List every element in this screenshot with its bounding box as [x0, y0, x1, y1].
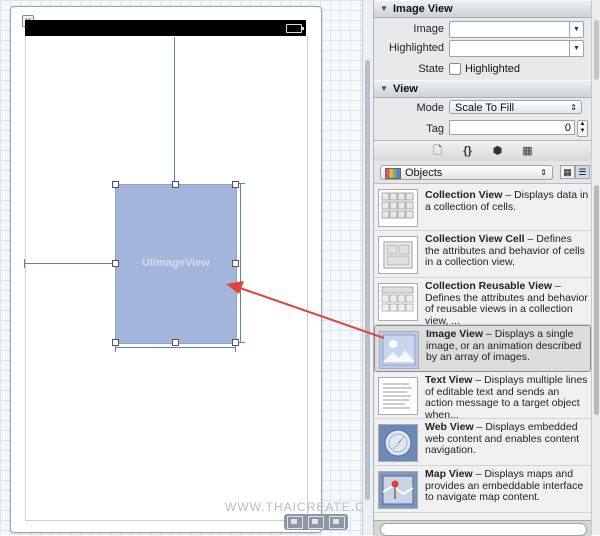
collection-reusable-view-icon — [378, 283, 418, 321]
image-view-icon — [379, 331, 419, 369]
library-filter-bar: Objects ⇕ ▦ ☰ — [374, 161, 591, 184]
item-title: Collection View Cell — [425, 233, 525, 245]
image-view-label: UIImageView — [142, 257, 210, 269]
list-item[interactable]: Collection Reusable View – Defines the a… — [374, 278, 591, 327]
section-title: Image View — [393, 3, 453, 15]
highlighted-combo[interactable]: ▼ — [449, 40, 584, 57]
resize-handle-bottom-right[interactable] — [232, 339, 239, 346]
object-library-list[interactable]: Collection View – Displays data in a col… — [374, 184, 591, 520]
up-down-arrows-icon: ⇕ — [570, 103, 577, 112]
inspector-panel: ▼ Image View Image ▼ Highlighted ▼ State… — [373, 0, 600, 536]
highlighted-label: Highlighted — [388, 42, 444, 54]
storyboard-canvas[interactable]: ✕ UIImageView WWW.THAICREATE.COM — [0, 0, 385, 535]
zoom-controls[interactable] — [284, 514, 348, 530]
list-item[interactable]: Collection View Cell – Defines the attri… — [374, 231, 591, 278]
section-title: View — [393, 83, 418, 95]
resize-handle-right[interactable] — [232, 260, 239, 267]
state-label: State — [418, 63, 444, 75]
constraint-width-guide — [115, 347, 236, 348]
highlighted-checkbox[interactable] — [449, 63, 461, 75]
objects-filter-popup[interactable]: Objects ⇕ — [380, 165, 553, 180]
battery-icon — [286, 24, 304, 33]
code-snippet-icon[interactable]: {} — [460, 144, 476, 158]
inspector-scroll-thumb[interactable] — [594, 20, 599, 80]
up-down-arrows-icon: ⇕ — [540, 168, 547, 177]
item-title: Text View — [425, 374, 473, 386]
resize-handle-top-right[interactable] — [232, 181, 239, 188]
mode-label: Mode — [416, 102, 444, 114]
collection-view-cell-icon — [378, 236, 418, 274]
list-item-selected[interactable]: Image View – Displays a single image, or… — [374, 325, 591, 372]
file-template-icon[interactable]: 🗋 — [430, 144, 446, 158]
mode-value: Scale To Fill — [455, 102, 515, 114]
resize-handle-bottom-left[interactable] — [112, 339, 119, 346]
library-search-bar — [374, 520, 591, 536]
objects-icon — [385, 168, 401, 179]
object-library-icon[interactable]: ⬢ — [490, 144, 506, 158]
media-library-icon[interactable]: ▦ — [520, 144, 536, 158]
text-view-icon — [378, 377, 418, 415]
item-title: Web View — [425, 421, 474, 433]
tag-field[interactable]: 0 — [449, 120, 575, 135]
image-view-section-header[interactable]: ▼ Image View — [374, 0, 591, 18]
item-title: Collection Reusable View — [425, 280, 553, 292]
disclosure-triangle-icon[interactable]: ▼ — [380, 1, 388, 17]
image-combo[interactable]: ▼ — [449, 21, 584, 38]
chevron-down-icon[interactable]: ▼ — [569, 41, 583, 56]
web-view-icon — [378, 424, 418, 462]
status-bar — [25, 20, 306, 36]
library-tab-bar: 🗋 {} ⬢ ▦ — [374, 140, 591, 162]
constraint-top-guide — [174, 37, 175, 184]
resize-handle-top[interactable] — [172, 181, 179, 188]
library-search-field[interactable] — [380, 523, 587, 536]
mode-popup[interactable]: Scale To Fill ⇕ — [449, 100, 582, 114]
zoom-actual-icon[interactable] — [307, 515, 324, 529]
resize-handle-left[interactable] — [112, 260, 119, 267]
canvas-scroll-thumb[interactable] — [365, 60, 370, 500]
resize-handle-bottom[interactable] — [172, 339, 179, 346]
list-view-icon[interactable]: ☰ — [575, 165, 590, 179]
zoom-out-icon[interactable] — [286, 515, 303, 529]
resize-handle-top-left[interactable] — [112, 181, 119, 188]
zoom-in-icon[interactable] — [329, 515, 346, 529]
collection-view-icon — [378, 189, 418, 227]
list-item[interactable]: Map View – Displays maps and provides an… — [374, 466, 591, 513]
tag-stepper[interactable]: ▲ ▼ — [577, 120, 588, 137]
objects-filter-value: Objects — [405, 167, 443, 179]
item-title: Collection View — [425, 189, 503, 201]
canvas-scrollbar[interactable] — [362, 0, 373, 535]
constraint-leading-guide — [25, 263, 115, 264]
item-title: Image View — [426, 328, 484, 340]
list-item[interactable]: Text View – Displays multiple lines of e… — [374, 372, 591, 421]
item-title: Map View — [425, 468, 473, 480]
view-section-header[interactable]: ▼ View — [374, 80, 591, 98]
disclosure-triangle-icon[interactable]: ▼ — [380, 81, 388, 97]
constraint-leading-cap — [24, 259, 25, 268]
grid-view-icon[interactable]: ▦ — [560, 165, 575, 179]
library-scroll-thumb[interactable] — [594, 185, 599, 415]
list-item[interactable]: Collection View – Displays data in a col… — [374, 184, 591, 231]
map-view-icon — [378, 471, 418, 509]
chevron-down-icon[interactable]: ▼ — [569, 22, 583, 37]
image-label: Image — [413, 23, 444, 35]
inspector-scrollbar[interactable] — [591, 0, 600, 535]
tag-label: Tag — [426, 123, 444, 135]
list-item[interactable]: Web View – Displays embedded web content… — [374, 419, 591, 466]
constraint-height-guide — [240, 184, 241, 342]
image-view-placeholder[interactable]: UIImageView — [115, 184, 237, 344]
highlighted-checkbox-label: Highlighted — [465, 63, 521, 75]
